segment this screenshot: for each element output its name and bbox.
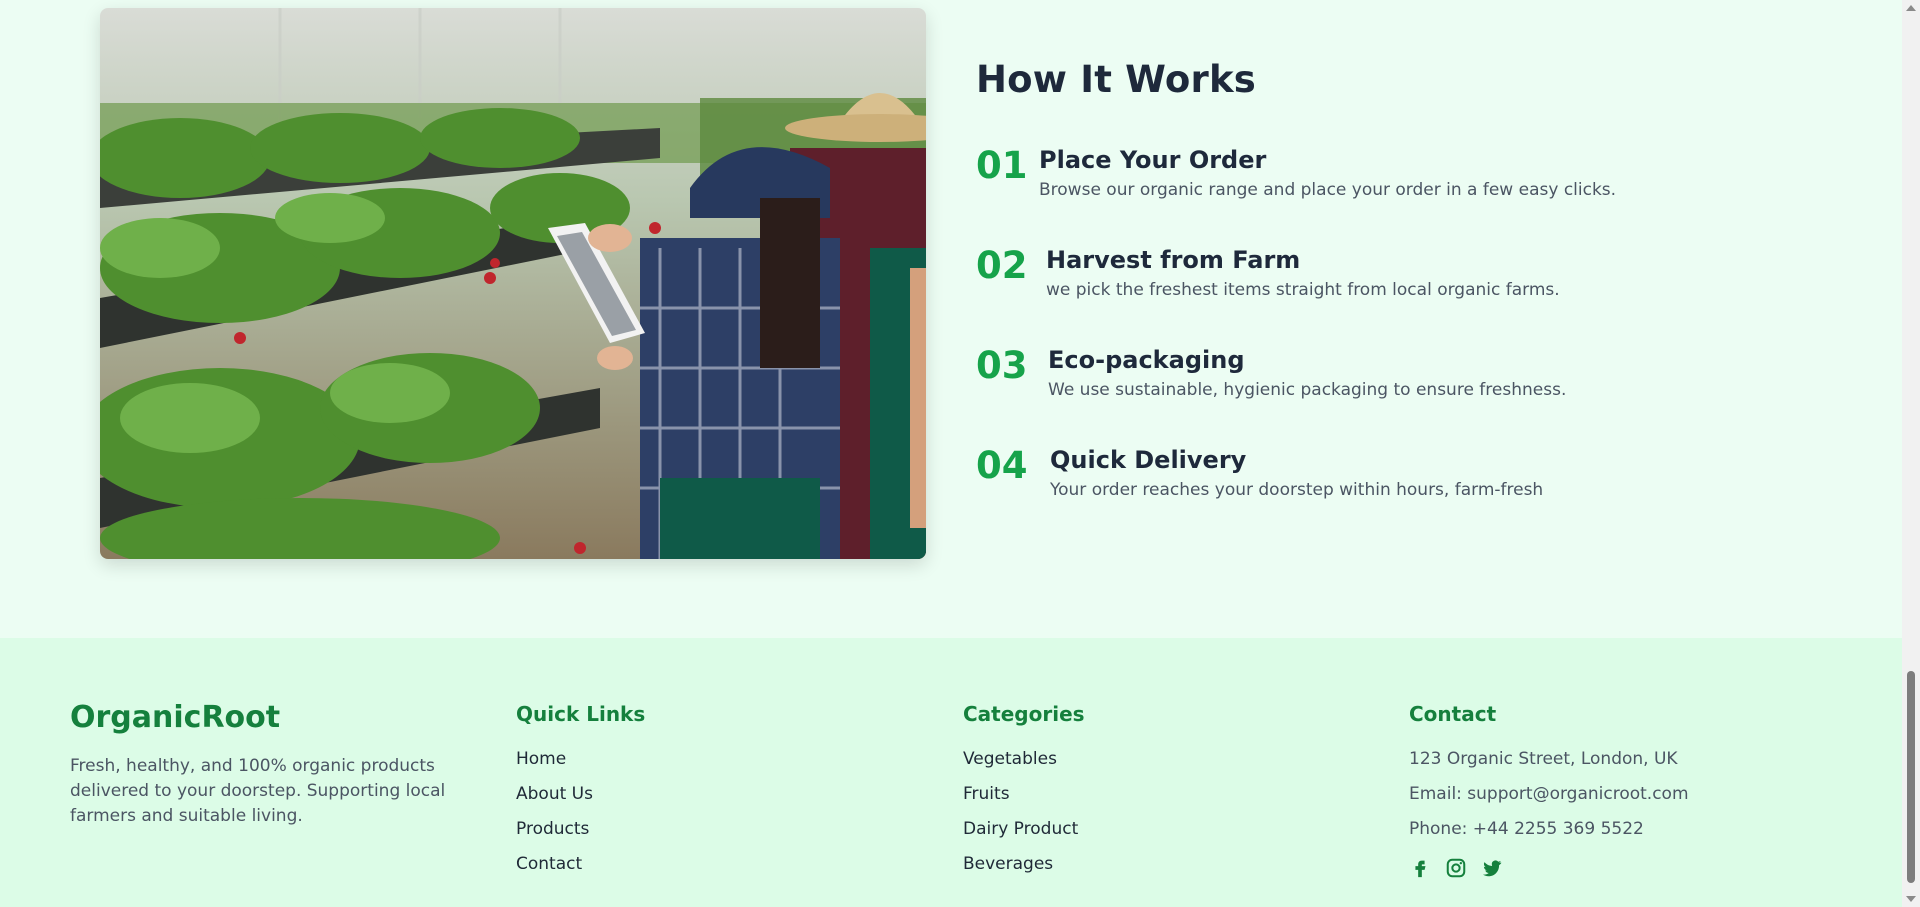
- contact-title: Contact: [1409, 702, 1497, 726]
- step-description: Browse our organic range and place your …: [1039, 180, 1617, 200]
- contact-column: Contact 123 Organic Street, London, UK E…: [1409, 702, 1689, 879]
- step-number: 01: [976, 144, 1028, 187]
- step-number: 03: [976, 344, 1028, 387]
- footer-brand-logo[interactable]: OrganicRoot: [70, 700, 280, 735]
- twitter-icon[interactable]: [1481, 857, 1503, 879]
- footer-category-dairy[interactable]: Dairy Product: [963, 812, 1085, 847]
- step-1: 01 Place Your Order Browse our organic r…: [976, 144, 1776, 214]
- footer-category-fruits[interactable]: Fruits: [963, 777, 1085, 812]
- contact-email: Email: support@organicroot.com: [1409, 784, 1689, 804]
- quick-links-title: Quick Links: [516, 702, 646, 726]
- footer-category-vegetables[interactable]: Vegetables: [963, 742, 1085, 777]
- footer-brand-description: Fresh, healthy, and 100% organic product…: [70, 756, 446, 826]
- scrollbar-thumb[interactable]: [1907, 671, 1915, 883]
- social-links: [1409, 857, 1689, 879]
- quick-links-column: Quick Links Home About Us Products Conta…: [516, 702, 645, 882]
- categories-column: Categories Vegetables Fruits Dairy Produ…: [963, 702, 1085, 882]
- section-title: How It Works: [976, 58, 1256, 101]
- site-footer: OrganicRoot Fresh, healthy, and 100% org…: [0, 638, 1902, 907]
- step-3: 03 Eco-packaging We use sustainable, hyg…: [976, 344, 1776, 414]
- facebook-icon[interactable]: [1409, 857, 1431, 879]
- footer-link-home[interactable]: Home: [516, 742, 645, 777]
- step-2: 02 Harvest from Farm we pick the freshes…: [976, 244, 1776, 314]
- step-title: Harvest from Farm: [1046, 246, 1301, 274]
- footer-link-about[interactable]: About Us: [516, 777, 645, 812]
- how-it-works-section: How It Works 01 Place Your Order Browse …: [0, 0, 1902, 638]
- scroll-down-arrow-icon[interactable]: [1906, 896, 1916, 902]
- page-scrollbar[interactable]: [1902, 0, 1920, 907]
- contact-phone: Phone: +44 2255 369 5522: [1409, 819, 1644, 839]
- footer-category-beverages[interactable]: Beverages: [963, 847, 1085, 882]
- step-title: Eco-packaging: [1048, 346, 1245, 374]
- step-number: 04: [976, 444, 1028, 487]
- step-title: Place Your Order: [1039, 146, 1267, 174]
- step-title: Quick Delivery: [1050, 446, 1247, 474]
- footer-link-products[interactable]: Products: [516, 812, 645, 847]
- scroll-up-arrow-icon[interactable]: [1906, 5, 1916, 11]
- step-description: we pick the freshest items straight from…: [1046, 280, 1560, 300]
- farmers-photo: [100, 8, 926, 559]
- step-description: We use sustainable, hygienic packaging t…: [1048, 380, 1567, 400]
- categories-title: Categories: [963, 702, 1085, 726]
- instagram-icon[interactable]: [1445, 857, 1467, 879]
- step-4: 04 Quick Delivery Your order reaches you…: [976, 444, 1776, 514]
- step-number: 02: [976, 244, 1028, 287]
- footer-link-contact[interactable]: Contact: [516, 847, 645, 882]
- contact-address: 123 Organic Street, London, UK: [1409, 749, 1678, 769]
- step-description: Your order reaches your doorstep within …: [1050, 480, 1544, 500]
